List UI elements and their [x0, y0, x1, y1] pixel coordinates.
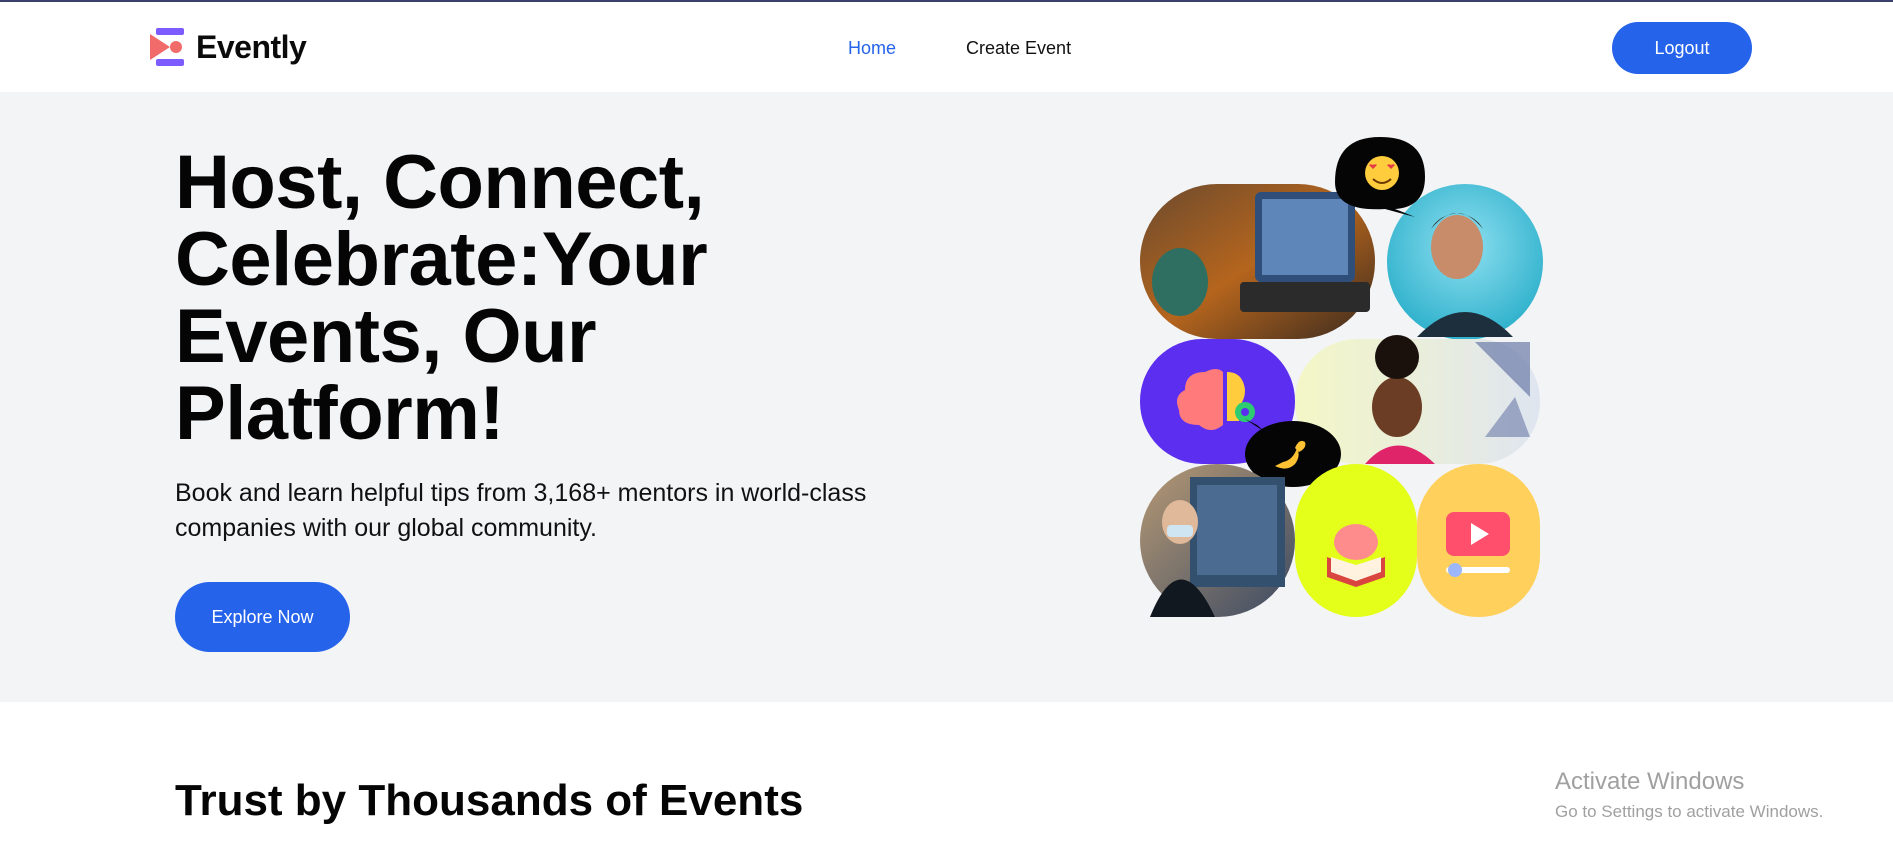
hero-section: Host, Connect, Celebrate:Your Events, Ou…: [0, 92, 1893, 702]
video-play-icon: [1417, 464, 1540, 617]
nav-create-event[interactable]: Create Event: [966, 38, 1071, 59]
presenter-photo: [1140, 464, 1295, 617]
explore-now-button[interactable]: Explore Now: [175, 582, 350, 652]
main-nav: Home Create Event: [848, 38, 1071, 59]
man-smiling-photo: [1387, 184, 1543, 340]
evently-logo-icon: [150, 28, 184, 66]
trust-section-title: Trust by Thousands of Events: [175, 776, 804, 825]
watermark-line-2: Go to Settings to activate Windows.: [1555, 802, 1824, 821]
laptop-meeting-photo: [1140, 184, 1375, 339]
watermark-line-1: Activate Windows: [1555, 768, 1745, 795]
hero-subtitle: Book and learn helpful tips from 3,168+ …: [175, 479, 867, 542]
logo[interactable]: Evently: [150, 28, 307, 66]
book-brain-icon: [1295, 464, 1417, 617]
nav-home[interactable]: Home: [848, 38, 896, 59]
logout-button[interactable]: Logout: [1612, 22, 1752, 74]
brand-name: Evently: [196, 28, 307, 65]
site-header: Evently Home Create Event Logout: [0, 2, 1893, 92]
hero-title: Host, Connect, Celebrate:Your Events, Ou…: [175, 140, 708, 456]
hero-collage: [1140, 137, 1543, 617]
windows-activation-watermark: Activate Windows Go to Settings to activ…: [1555, 768, 1823, 822]
